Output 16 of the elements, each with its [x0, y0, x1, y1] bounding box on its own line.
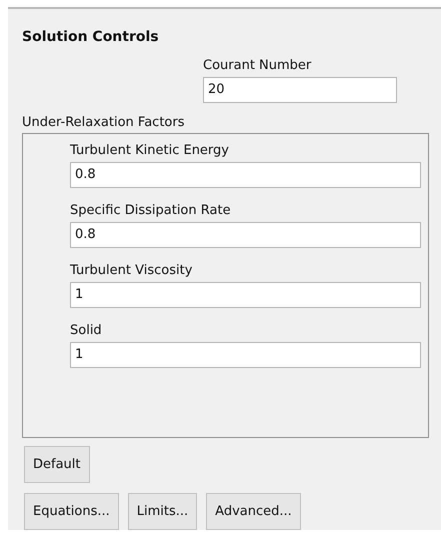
default-button[interactable]: Default — [24, 446, 90, 483]
dialog-button[interactable]: Equations... — [24, 493, 119, 530]
dialog-button[interactable]: Limits... — [128, 493, 198, 530]
dialog-button[interactable]: Advanced... — [206, 493, 301, 530]
field-label: Specific Dissipation Rate — [70, 202, 232, 220]
input-field[interactable]: 0.8 — [70, 162, 421, 188]
field-label: Turbulent Viscosity — [70, 262, 194, 280]
input-field[interactable]: 1 — [70, 282, 421, 308]
input-field[interactable]: 1 — [70, 342, 421, 368]
field-label: Courant Number — [203, 56, 312, 75]
input-field[interactable]: 0.8 — [70, 222, 421, 248]
group-title: Under-Relaxation Factors — [22, 114, 186, 131]
field-label: Turbulent Kinetic Energy — [70, 142, 230, 160]
panel-title: Solution Controls — [22, 29, 160, 47]
input-field[interactable]: 20 — [203, 76, 397, 103]
field-label: Solid — [70, 322, 103, 340]
